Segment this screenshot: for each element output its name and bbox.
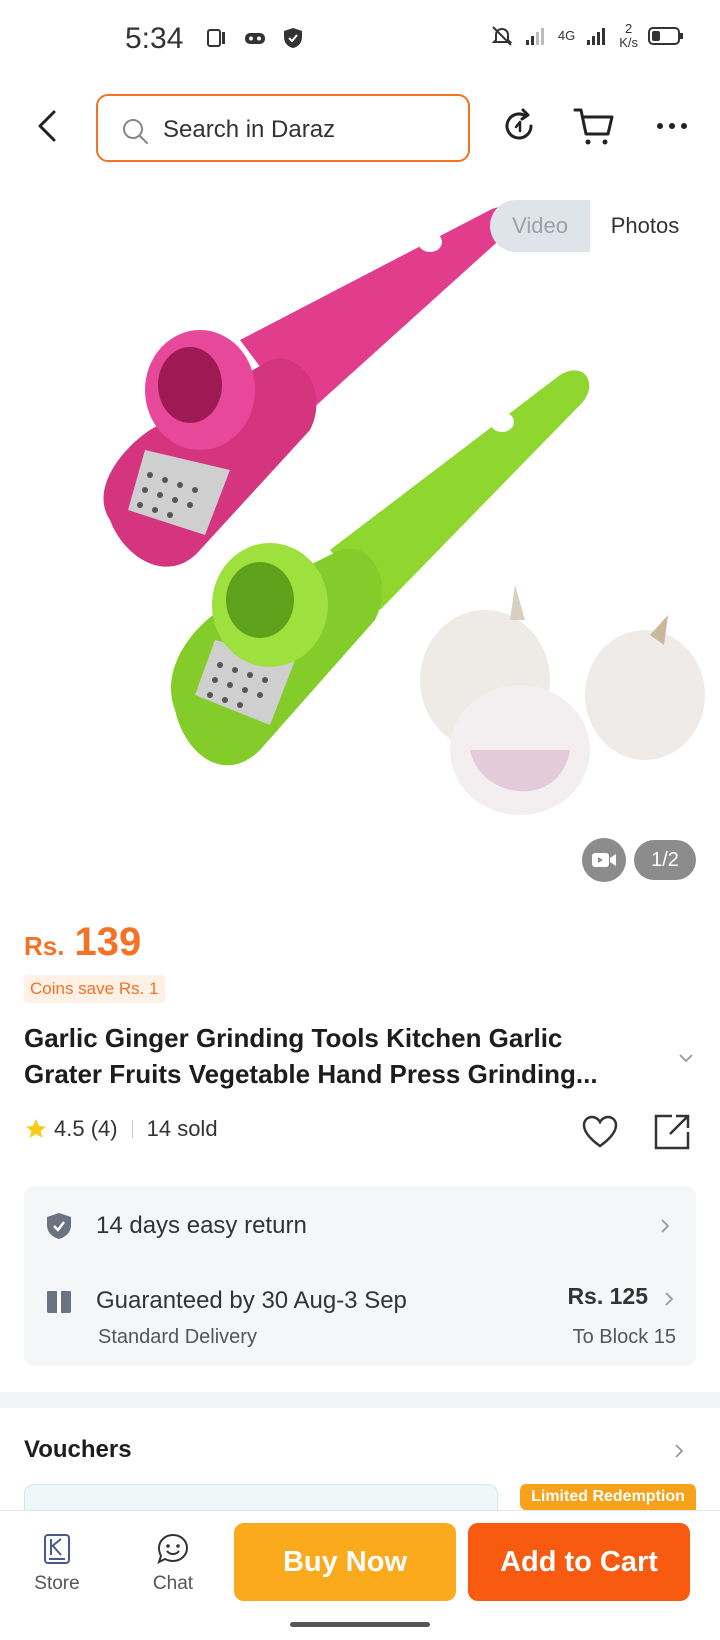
star-icon <box>26 1119 46 1138</box>
refresh-icon[interactable] <box>497 104 541 148</box>
chevron-down-icon[interactable] <box>676 1048 696 1068</box>
price: Rs. 139 <box>24 920 141 965</box>
add-to-cart-button[interactable]: Add to Cart <box>468 1523 690 1601</box>
tab-video[interactable]: Video <box>490 200 590 252</box>
title-line-2: Grater Fruits Vegetable Hand Press Grind… <box>24 1059 598 1089</box>
chat-icon <box>157 1533 189 1564</box>
image-counter: 1/2 <box>634 840 696 880</box>
chevron-right-icon <box>661 1219 670 1233</box>
delivery-destination: To Block 15 <box>572 1326 676 1348</box>
section-divider <box>0 1392 720 1408</box>
network-speed: 2 K/s <box>619 22 638 50</box>
signal-icon-2 <box>587 28 606 45</box>
network-type: 4G <box>557 28 576 43</box>
video-play-button[interactable] <box>582 838 626 882</box>
rating-count: (4) <box>90 1116 118 1141</box>
buy-now-button[interactable]: Buy Now <box>234 1523 456 1601</box>
guarantee-text: Guaranteed by 30 Aug-3 Sep <box>96 1287 407 1314</box>
price-value: 139 <box>74 920 142 964</box>
battery-icon <box>648 27 683 45</box>
chevron-right-icon[interactable] <box>670 1440 688 1462</box>
notification-icon <box>207 29 225 47</box>
header: Search in Daraz <box>0 90 720 166</box>
tab-photos[interactable]: Photos <box>590 200 700 252</box>
garlic-illustration <box>420 585 705 815</box>
delivery-card[interactable]: 14 days easy return Guaranteed by 30 Aug… <box>24 1186 696 1366</box>
more-options-icon[interactable] <box>650 104 694 148</box>
home-gesture-bar[interactable] <box>290 1622 430 1627</box>
store-label: Store <box>34 1573 80 1594</box>
search-placeholder: Search in Daraz <box>163 116 336 143</box>
chat-label: Chat <box>152 1573 194 1594</box>
store-icon <box>44 1534 70 1564</box>
chat-button[interactable]: Chat <box>133 1531 213 1595</box>
vouchers-title[interactable]: Vouchers <box>24 1436 132 1464</box>
divider <box>131 1120 133 1138</box>
return-text: 14 days easy return <box>96 1212 307 1239</box>
coins-save-badge: Coins save Rs. 1 <box>24 975 165 1003</box>
status-bar: 5:34 4G 2 K/s <box>0 0 720 80</box>
status-left-icons <box>205 26 305 50</box>
rating-value: 4.5 <box>54 1116 85 1141</box>
media-toggle: Video Photos <box>490 200 700 252</box>
heart-icon[interactable] <box>580 1112 620 1152</box>
status-time: 5:34 <box>125 22 184 55</box>
back-arrow-icon[interactable] <box>28 106 68 146</box>
chevron-right-icon <box>665 1292 674 1306</box>
cart-icon[interactable] <box>572 104 616 148</box>
package-icon <box>47 1291 71 1313</box>
speed-unit: K/s <box>619 35 638 50</box>
store-button[interactable]: Store <box>17 1531 97 1595</box>
delivery-price: Rs. 125 <box>567 1283 648 1309</box>
mute-bell-icon <box>491 26 513 46</box>
title-line-1: Garlic Ginger Grinding Tools Kitchen Gar… <box>24 1023 563 1053</box>
shield-check-icon <box>47 1213 71 1239</box>
price-currency: Rs. <box>24 931 65 961</box>
speed-value: 2 <box>624 21 633 36</box>
status-right: 4G 2 K/s <box>490 22 684 50</box>
signal-icon <box>525 28 544 45</box>
product-title[interactable]: Garlic Ginger Grinding Tools Kitchen Gar… <box>24 1020 664 1092</box>
shield-status-icon <box>284 28 302 48</box>
bottom-action-bar: Store Chat Buy Now Add to Cart <box>0 1510 720 1610</box>
video-camera-icon <box>592 853 616 867</box>
game-icon <box>245 33 265 44</box>
limited-redemption-badge: Limited Redemption <box>520 1484 696 1510</box>
rating-row[interactable]: 4.5 (4) 14 sold <box>24 1116 218 1142</box>
share-icon[interactable] <box>652 1112 692 1152</box>
sold-count: 14 sold <box>146 1116 218 1141</box>
navigation-gesture-area <box>0 1610 720 1640</box>
search-icon <box>123 119 148 144</box>
return-policy-row[interactable]: 14 days easy return <box>44 1206 674 1246</box>
product-image <box>103 207 705 815</box>
product-gallery[interactable]: Video Photos 1/2 <box>0 190 720 890</box>
delivery-type: Standard Delivery <box>98 1326 257 1348</box>
search-input[interactable]: Search in Daraz <box>96 94 470 162</box>
